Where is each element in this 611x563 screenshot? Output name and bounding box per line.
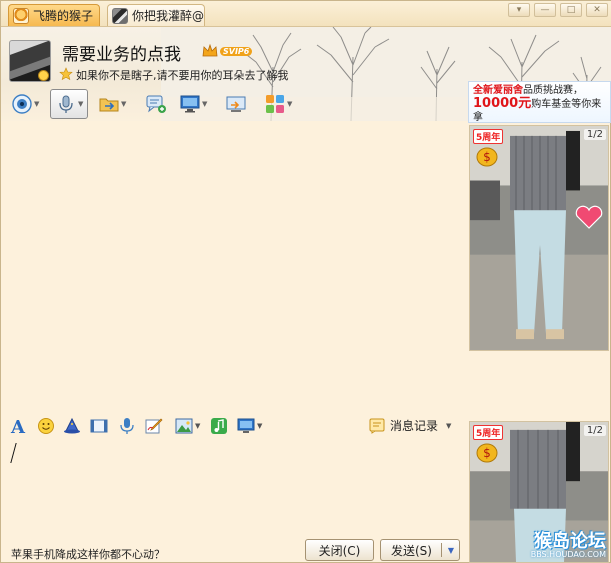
group-avatar-icon	[13, 7, 29, 24]
doodle-icon	[145, 418, 163, 434]
emoji-icon	[38, 418, 54, 434]
message-input[interactable]	[5, 441, 465, 533]
ad-text-link[interactable]: 苹果手机降成这样你都不心动？	[11, 546, 165, 562]
file-transfer-button[interactable]: ▼	[98, 90, 126, 118]
music-button[interactable]	[210, 416, 228, 436]
apps-icon	[266, 95, 284, 113]
create-group-icon	[146, 95, 166, 113]
contact-signature: 如果你不是瞎子,请不要用你的耳朵去了解我	[76, 69, 289, 82]
vip-level: SVIP6	[220, 46, 253, 56]
chevron-down-icon: ▼	[287, 100, 293, 108]
heart-icon	[575, 205, 603, 229]
contact-name[interactable]: 需要业务的点我	[62, 40, 181, 65]
voice-message-icon	[120, 418, 134, 434]
ad-brand: 全新爱丽舍	[473, 85, 523, 96]
input-toolbar: A ▼ ▼ 消息记录 ▼	[1, 413, 467, 439]
message-history[interactable]	[1, 121, 467, 411]
share-screen-icon	[226, 96, 246, 112]
chevron-down-icon: ▼	[121, 100, 127, 108]
emoji-button[interactable]	[37, 416, 55, 436]
star-icon	[59, 67, 73, 81]
main-toolbar: ▼ ▼ ▼ ▼ ▼	[1, 89, 321, 120]
video-call-button[interactable]: ▼	[11, 90, 39, 118]
forum-watermark: 猴岛论坛 BBS.HOUDAO.COM	[531, 533, 606, 559]
image-icon	[175, 418, 193, 434]
video-call-icon	[12, 94, 32, 114]
maximize-button[interactable]: □	[560, 3, 582, 17]
vip-badge[interactable]: SVIP6	[201, 43, 253, 59]
send-options-button[interactable]: ▼	[442, 540, 460, 560]
crown-icon	[202, 43, 218, 57]
remote-desktop-icon	[180, 95, 200, 113]
voice-call-button[interactable]: ▼	[50, 89, 89, 119]
music-icon	[211, 418, 227, 434]
window-controls: ▾ — □ ✕	[508, 3, 608, 17]
promo-image-bottom[interactable]: 1/2 5周年 $ 猴岛论坛 BBS.HOUDAO.COM	[469, 421, 609, 563]
magic-expression-button[interactable]	[63, 416, 81, 436]
promo-image-top[interactable]: 1/2 5周年 $	[469, 125, 609, 351]
create-group-button[interactable]	[145, 90, 167, 118]
svg-text:A: A	[10, 417, 26, 435]
remote-desktop-button[interactable]: ▼	[179, 90, 207, 118]
chevron-down-icon: ▼	[78, 100, 84, 108]
chat-window: 飞腾的猴子 你把我灌醉@ ▾ — □ ✕ 需要业务的点我 SVIP6 如果你不是…	[0, 0, 611, 563]
ad-amount: 10000元	[473, 96, 532, 111]
screenshot-icon	[90, 419, 108, 433]
tab-label: 飞腾的猴子	[33, 9, 94, 23]
contact-avatar-icon	[112, 7, 128, 24]
tab-current-chat[interactable]: 你把我灌醉@	[107, 4, 205, 26]
chevron-down-icon: ▼	[447, 545, 455, 555]
close-window-button[interactable]: ✕	[586, 3, 608, 17]
apps-button[interactable]: ▼	[264, 90, 292, 118]
watermark-sub: BBS.HOUDAO.COM	[530, 550, 606, 559]
svg-text:$: $	[483, 150, 491, 164]
chevron-down-icon: ▼	[202, 100, 208, 108]
doodle-button[interactable]	[145, 416, 163, 436]
money-bag-icon: $	[476, 147, 498, 167]
send-image-button[interactable]: ▼	[175, 416, 200, 436]
font-icon: A	[10, 417, 26, 435]
history-label: 消息记录	[390, 419, 439, 433]
watermark-main: 猴岛论坛	[534, 531, 606, 552]
chevron-down-icon: ▼	[195, 422, 201, 430]
screenshot-button[interactable]	[90, 416, 108, 436]
voice-message-button[interactable]	[118, 416, 136, 436]
tab-bar: 飞腾的猴子 你把我灌醉@ ▾ — □ ✕	[1, 1, 611, 27]
close-button[interactable]: 关闭(C)	[305, 539, 374, 561]
magic-expression-icon	[64, 417, 80, 434]
screen-share-button[interactable]: ▼	[237, 416, 262, 436]
font-button[interactable]: A	[9, 416, 27, 436]
history-icon	[369, 418, 385, 434]
promo-counter: 1/2	[583, 425, 606, 436]
screen-share-icon	[237, 418, 255, 433]
voice-call-icon	[59, 95, 73, 113]
tab-feiteng[interactable]: 飞腾的猴子	[8, 4, 100, 26]
chevron-down-icon: ▼	[257, 422, 263, 430]
minimize-button[interactable]: —	[534, 3, 556, 17]
status-badge	[38, 70, 49, 81]
svg-text:$: $	[483, 446, 491, 460]
chevron-down-icon: ▼	[446, 421, 452, 430]
promo-counter: 1/2	[583, 129, 606, 140]
tab-label: 你把我灌醉@	[132, 9, 205, 23]
menu-button[interactable]: ▾	[508, 3, 530, 17]
ad-text: 品质挑战赛，	[523, 85, 583, 96]
message-history-button[interactable]: 消息记录 ▼	[369, 417, 451, 434]
chevron-down-icon: ▼	[34, 100, 40, 108]
money-bag-icon: $	[476, 443, 498, 463]
file-transfer-icon	[99, 98, 119, 112]
share-screen-button[interactable]	[225, 90, 247, 118]
ad-banner[interactable]: 全新爱丽舍品质挑战赛， 10000元购车基金等你来拿	[468, 81, 611, 123]
